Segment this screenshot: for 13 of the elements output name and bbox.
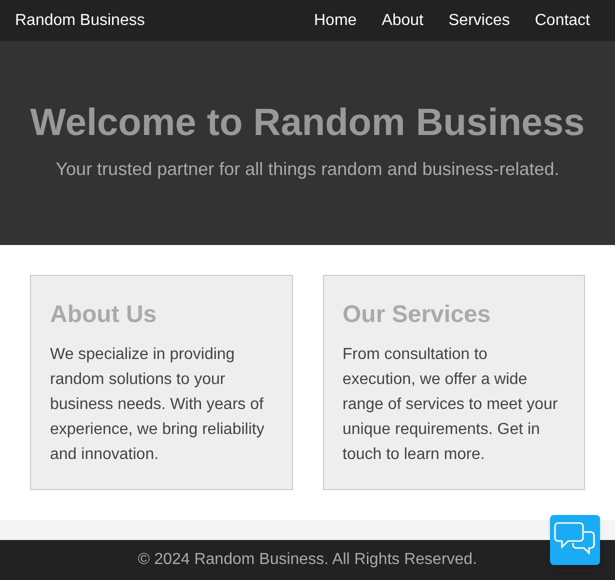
- chat-button[interactable]: [550, 515, 600, 565]
- brand-link[interactable]: Random Business: [15, 8, 145, 32]
- nav-link[interactable]: Home: [314, 8, 357, 32]
- nav-link[interactable]: Contact: [534, 8, 590, 32]
- card-title: Our Services: [342, 300, 492, 330]
- hero-title: Welcome to Random Business: [30, 101, 585, 146]
- copyright-text: © 2024 Random Business. All Rights Reserved.: [138, 550, 478, 570]
- nav-link[interactable]: About: [382, 8, 424, 32]
- hero-subtitle: Your trusted partner for all things random and business-related.: [56, 158, 560, 181]
- card-title: About Us: [50, 300, 158, 330]
- card-text: We specialize in providing random solutions to your business needs. With years of experience, we bring reliability and innovation.: [50, 345, 266, 465]
- nav-link[interactable]: Services: [448, 8, 510, 32]
- card-text: From consultation to execution, we offer a wide range of services to meet your unique requirements. Get in touch to learn more.: [342, 345, 559, 465]
